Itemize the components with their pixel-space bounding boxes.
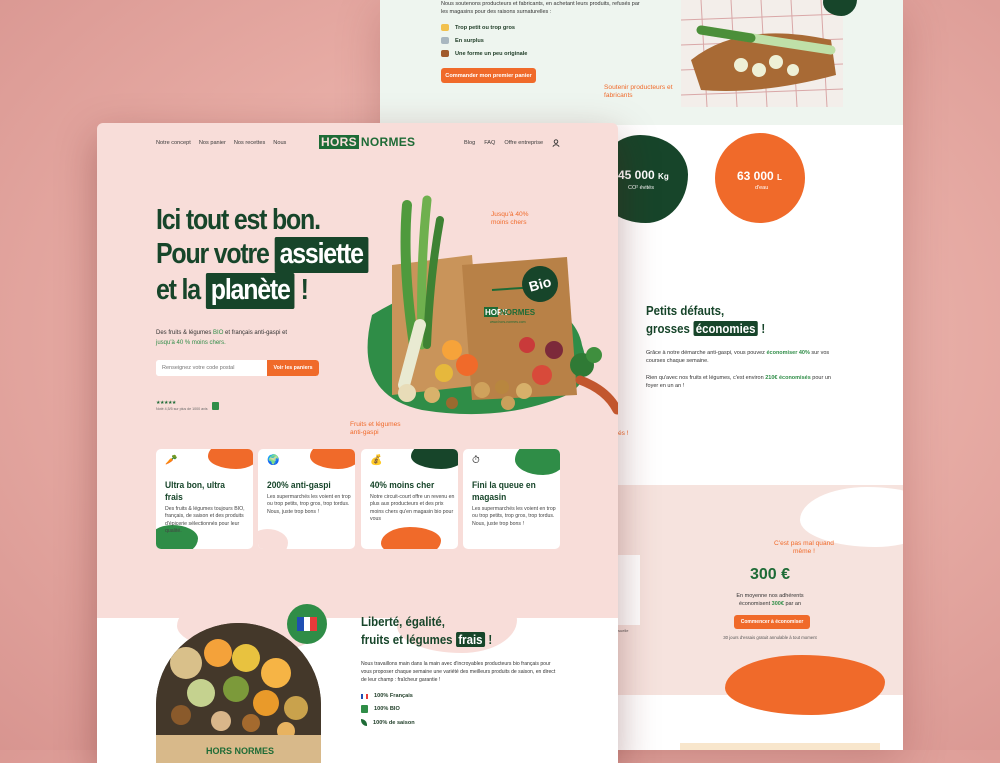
co2-stat-label: CO² évités bbox=[628, 185, 654, 191]
defects-paragraph-2: Rien qu'avec nos fruits et légumes, c'es… bbox=[646, 375, 831, 389]
leek-photo bbox=[681, 0, 843, 107]
water-stat-label: d'eau bbox=[755, 185, 769, 191]
card-title: 40% moins cher bbox=[370, 479, 435, 490]
quality-item: 100% de saison bbox=[361, 719, 415, 726]
rating-text: Noté 4,5/5 sur plus de 1000 avis bbox=[156, 407, 208, 411]
postal-form: Voir les paniers bbox=[156, 360, 319, 376]
france-badge bbox=[287, 604, 327, 644]
nav-business-offer[interactable]: Offre entreprise bbox=[504, 140, 543, 146]
defects-title: Petits défauts, grosses économies ! bbox=[646, 303, 766, 336]
savings-value: 300 € bbox=[749, 566, 791, 583]
price-annotation: Jusqu'à 40% moins chers bbox=[491, 211, 529, 226]
card-title: Fini la queue en magasin bbox=[472, 479, 536, 502]
card-accent-blob bbox=[208, 449, 253, 469]
feature-card: 🌍 200% anti-gaspi Les supermarchés les vo… bbox=[258, 449, 355, 549]
shape-icon bbox=[441, 50, 449, 57]
nav-baskets[interactable]: Nos panier bbox=[199, 140, 226, 146]
first-basket-button[interactable]: Commander mon premier panier bbox=[441, 68, 536, 83]
bottom-card-edge bbox=[680, 743, 880, 750]
france-flag-icon bbox=[297, 617, 318, 631]
quality-item: 100% Français bbox=[361, 693, 415, 699]
main-nav-left: Notre concept Nos panier Nos recettes No… bbox=[156, 140, 286, 146]
postal-code-input[interactable] bbox=[156, 360, 267, 376]
card-accent-blob bbox=[381, 527, 441, 549]
support-annotation: Soutenir producteurs et fabricants bbox=[604, 84, 673, 99]
quality-item: 100% BIO bbox=[361, 705, 415, 713]
side-card-edge bbox=[618, 555, 640, 625]
exclaim-text: és ! bbox=[618, 430, 629, 437]
logo[interactable]: HORS NORMES bbox=[319, 135, 415, 149]
feature-card: 🥕 Ultra bon, ultra frais Des fruits & lég… bbox=[156, 449, 253, 549]
nav-blog[interactable]: Blog bbox=[464, 140, 475, 146]
liberty-text: Nous travaillons main dans la main avec … bbox=[361, 661, 556, 683]
quality-list: 100% Français 100% BIO 100% de saison bbox=[361, 693, 415, 726]
card-text: Des fruits & légumes toujours BIO, franç… bbox=[165, 506, 245, 534]
nav-about[interactable]: Nous bbox=[273, 140, 286, 146]
front-page-mockup: Notre concept Nos panier Nos recettes No… bbox=[97, 123, 618, 763]
leaf-icon bbox=[361, 719, 367, 726]
ab-bio-logo-small bbox=[212, 402, 219, 410]
stray-label: suelle bbox=[618, 628, 629, 633]
france-flag-icon bbox=[361, 693, 368, 699]
hero-illustration: HORS NORMES www.hors-normes.com bbox=[332, 195, 618, 425]
vegetables-basket-drawing: HORS NORMES www.hors-normes.com bbox=[367, 195, 618, 415]
not-bad-annotation: C'est pas mal quand même ! bbox=[774, 540, 834, 555]
reason-item: En surplus bbox=[441, 37, 527, 44]
earth-icon: 🌍 bbox=[267, 455, 280, 466]
see-baskets-button[interactable]: Voir les paniers bbox=[267, 360, 319, 376]
card-title: Ultra bon, ultra frais bbox=[165, 479, 226, 502]
savings-text: En moyenne nos adhérents économisent 300… bbox=[736, 593, 804, 607]
stopwatch-icon: ⏱ bbox=[472, 455, 480, 466]
reasons-list: Trop petit ou trop gros En surplus Une f… bbox=[441, 24, 527, 57]
hand-icon bbox=[441, 24, 449, 31]
orange-blob bbox=[725, 655, 885, 715]
card-accent-blob bbox=[310, 449, 355, 469]
card-accent-blob bbox=[411, 449, 458, 469]
nav-concept[interactable]: Notre concept bbox=[156, 140, 191, 146]
bag-logo-b: NORMES bbox=[500, 308, 536, 317]
leek-photo-drawing bbox=[681, 0, 843, 107]
stack-icon bbox=[441, 37, 449, 44]
reason-item: Trop petit ou trop gros bbox=[441, 24, 527, 31]
ab-bio-icon bbox=[361, 705, 368, 713]
card-accent-blob bbox=[258, 529, 288, 549]
producers-intro: Nous soutenons producteurs et fabricants… bbox=[441, 1, 640, 15]
hero-subtitle: Des fruits & légumes BIO et français ant… bbox=[156, 330, 288, 346]
card-title: 200% anti-gaspi bbox=[267, 479, 331, 490]
fruits-annotation: Fruits et légumes anti-gaspi bbox=[350, 421, 401, 436]
co2-stat-value: 45 000 Kg bbox=[618, 168, 669, 182]
rating-stars: ★★★★★ bbox=[156, 400, 176, 406]
money-bag-icon: 💰 bbox=[370, 455, 383, 466]
crate-label: HORS NORMES bbox=[206, 746, 274, 756]
water-stat-blob: 63 000 L d'eau bbox=[715, 133, 805, 223]
start-saving-button[interactable]: Commencer à économiser bbox=[734, 615, 810, 629]
nav-faq[interactable]: FAQ bbox=[484, 140, 495, 146]
card-text: Les supermarchés les voient en trop ou t… bbox=[472, 506, 556, 527]
card-text: Les supermarchés les voient en trop ou t… bbox=[267, 494, 351, 515]
card-accent-blob bbox=[515, 449, 560, 475]
user-icon[interactable] bbox=[552, 139, 560, 147]
water-stat-value: 63 000 L bbox=[737, 169, 782, 183]
feature-card: ⏱ Fini la queue en magasin Les supermarch… bbox=[463, 449, 560, 549]
carrot-icon: 🥕 bbox=[165, 455, 178, 466]
trial-note: 30 jours d'essais gratuit annulable à to… bbox=[723, 635, 817, 640]
card-text: Notre circuit-court offre un revenu en p… bbox=[370, 494, 455, 522]
defects-paragraph-1: Grâce à notre démarche anti-gaspi, vous … bbox=[646, 350, 830, 364]
feature-card: 💰 40% moins cher Notre circuit-court offr… bbox=[361, 449, 458, 549]
nav-recipes[interactable]: Nos recettes bbox=[234, 140, 265, 146]
main-nav-right: Blog FAQ Offre entreprise bbox=[464, 139, 560, 147]
bag-url: www.hors-normes.com bbox=[490, 320, 526, 324]
reason-item: Une forme un peu originale bbox=[441, 50, 527, 57]
liberty-title: Liberté, égalité, fruits et légumes frai… bbox=[361, 614, 493, 647]
